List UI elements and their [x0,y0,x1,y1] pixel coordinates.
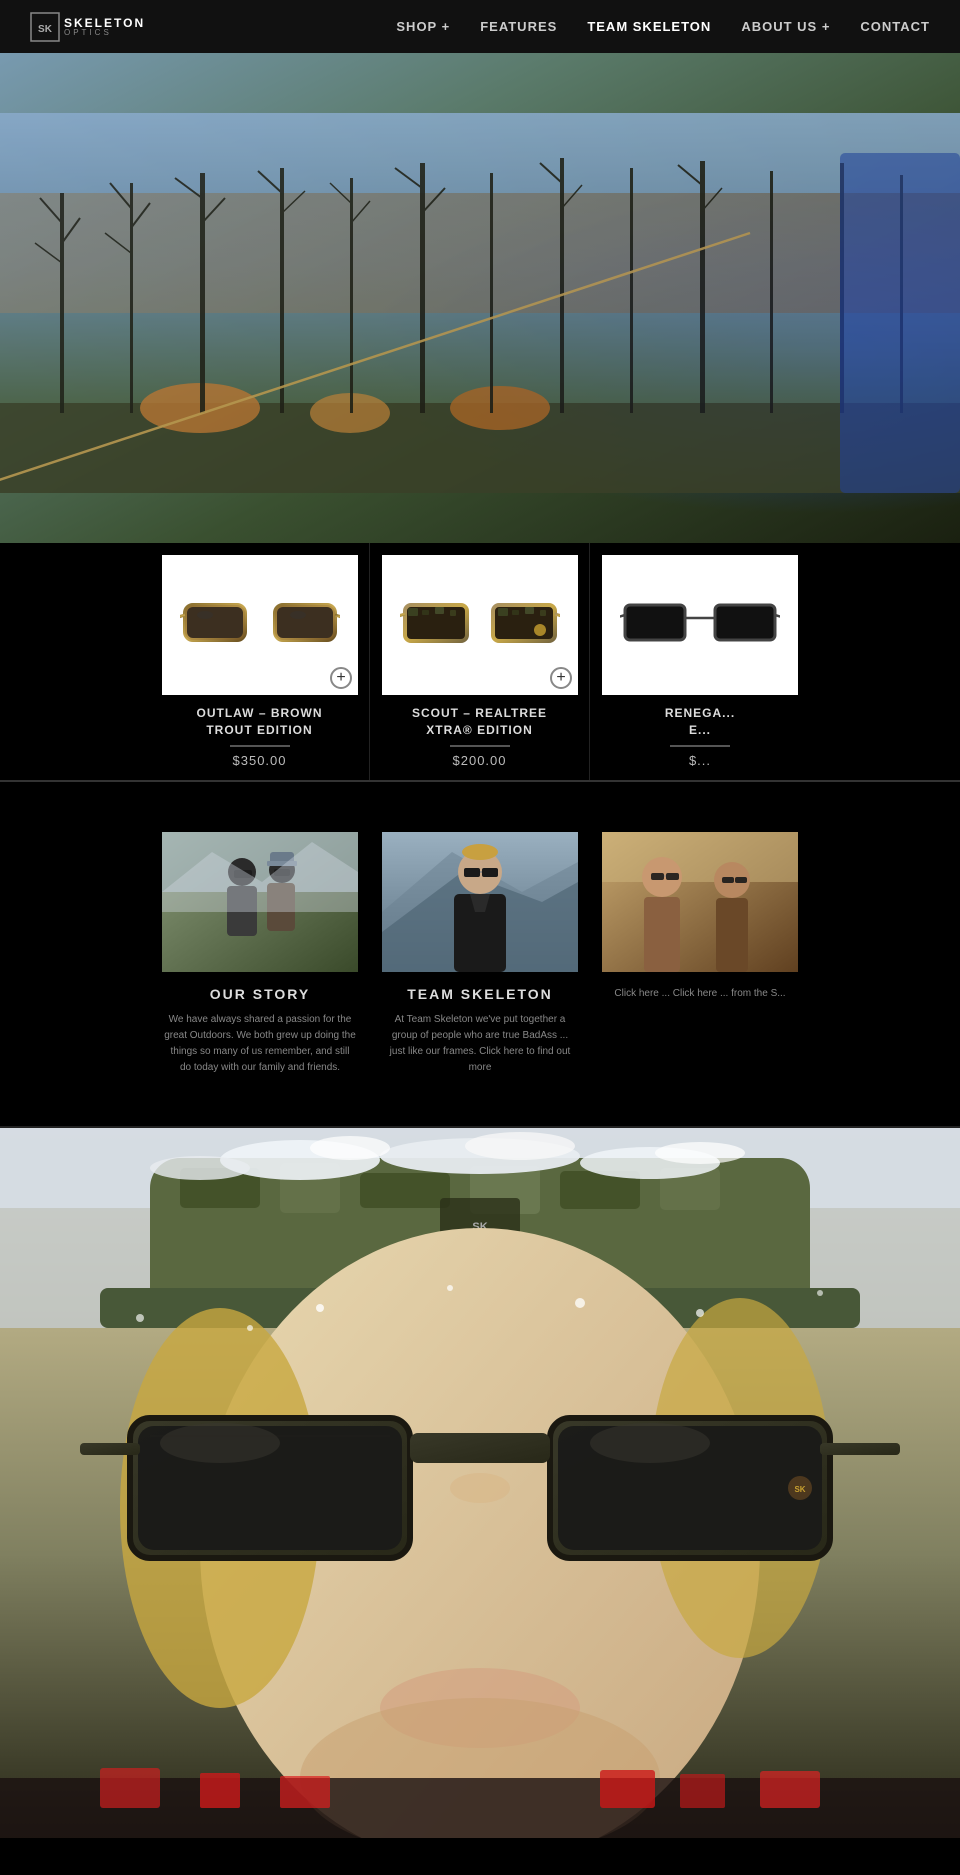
logo-area: SK SKELETON OPTICS [30,12,145,42]
team-skeleton-image [382,832,578,972]
svg-text:SK: SK [38,24,53,35]
team-image-team-skeleton[interactable] [382,832,578,972]
our-story-title: OUR STORY [160,986,360,1002]
third-image [602,832,798,972]
product-image-outlaw: + [162,555,358,695]
logo-text: SKELETON [64,17,145,29]
svg-text:SK: SK [794,1485,805,1494]
hero-trees-svg [0,113,960,493]
bottom-hero-svg: SK [0,1128,960,1838]
product-price-renegade: $... [602,753,798,768]
nav-team-skeleton[interactable]: TEAM SKELETON [587,19,711,34]
outlaw-glasses-image [180,585,340,665]
our-story-image [162,832,358,972]
product-add-scout[interactable]: + [550,667,572,689]
product-price-scout: $200.00 [382,753,577,768]
product-card-outlaw: + OUTLAW – BROWN TROUT EDITION $350.00 [150,543,370,780]
logo-subtext: OPTICS [64,29,145,37]
team-skeleton-text: At Team Skeleton we've put together a gr… [380,1012,580,1076]
nav-features[interactable]: FEATURES [480,19,557,34]
navbar: SK SKELETON OPTICS SHOP + FEATURES TEAM … [0,0,960,53]
product-divider-scout [450,745,510,747]
nav-about[interactable]: ABOUT US + [741,19,830,34]
team-card-third: Click here ... Click here ... from the S… [590,822,810,1086]
third-text: Click here ... Click here ... from the S… [600,986,800,1002]
renegade-glasses-image [620,585,780,665]
nav-menu: SHOP + FEATURES TEAM SKELETON ABOUT US +… [396,19,930,34]
team-card-team-skeleton: TEAM SKELETON At Team Skeleton we've put… [370,822,590,1086]
product-card-renegade: RENEGA... E... $... [590,543,810,780]
product-divider-outlaw [230,745,290,747]
nav-shop[interactable]: SHOP + [396,19,450,34]
product-price-outlaw: $350.00 [162,753,357,768]
product-image-scout: + [382,555,578,695]
team-skeleton-title: TEAM SKELETON [380,986,580,1002]
logo-icon: SK [30,12,60,42]
bottom-hero-section: SK [0,1128,960,1838]
product-image-renegade [602,555,798,695]
hero-section [0,53,960,543]
products-section: + OUTLAW – BROWN TROUT EDITION $350.00 [0,543,960,780]
our-story-text: We have always shared a passion for the … [160,1012,360,1076]
product-name-renegade: RENEGA... E... [602,705,798,739]
team-card-our-story: OUR STORY We have always shared a passio… [150,822,370,1086]
nav-contact[interactable]: CONTACT [860,19,930,34]
scout-glasses-image [400,585,560,665]
team-image-third[interactable] [602,832,798,972]
product-name-outlaw: OUTLAW – BROWN TROUT EDITION [162,705,357,739]
team-image-our-story[interactable] [162,832,358,972]
product-name-scout: SCOUT – REALTREE XTRA® EDITION [382,705,577,739]
product-add-outlaw[interactable]: + [330,667,352,689]
team-section: OUR STORY We have always shared a passio… [0,782,960,1126]
product-card-scout: + SCOUT – REALTREE XTRA® EDITION $200.00 [370,543,590,780]
product-divider-renegade [670,745,730,747]
